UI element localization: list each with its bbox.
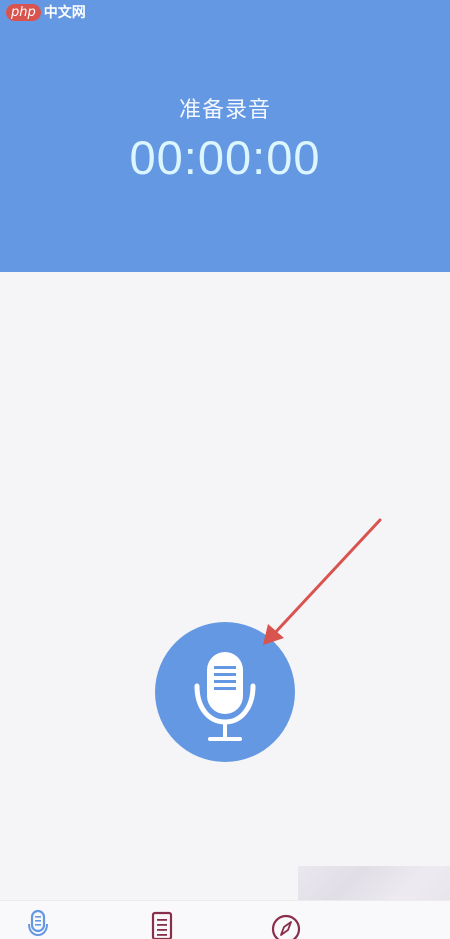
microphone-icon (28, 909, 48, 937)
site-watermark: php 中文网 (6, 2, 86, 22)
tab-discover[interactable] (266, 907, 306, 939)
recording-timer: 00:00:00 (129, 131, 321, 184)
compass-icon (271, 914, 301, 939)
watermark-site: 中文网 (43, 5, 86, 21)
document-list-icon (151, 911, 173, 939)
microphone-icon (194, 652, 256, 741)
tab-recordings[interactable] (142, 907, 182, 939)
bottom-tab-bar (0, 900, 450, 939)
record-button[interactable] (155, 622, 295, 762)
header-panel: php 中文网 准备录音 00:00:00 (0, 0, 450, 272)
tab-record[interactable] (18, 907, 58, 939)
recording-status: 准备录音 (178, 98, 271, 123)
watermark-php: php (6, 3, 41, 21)
